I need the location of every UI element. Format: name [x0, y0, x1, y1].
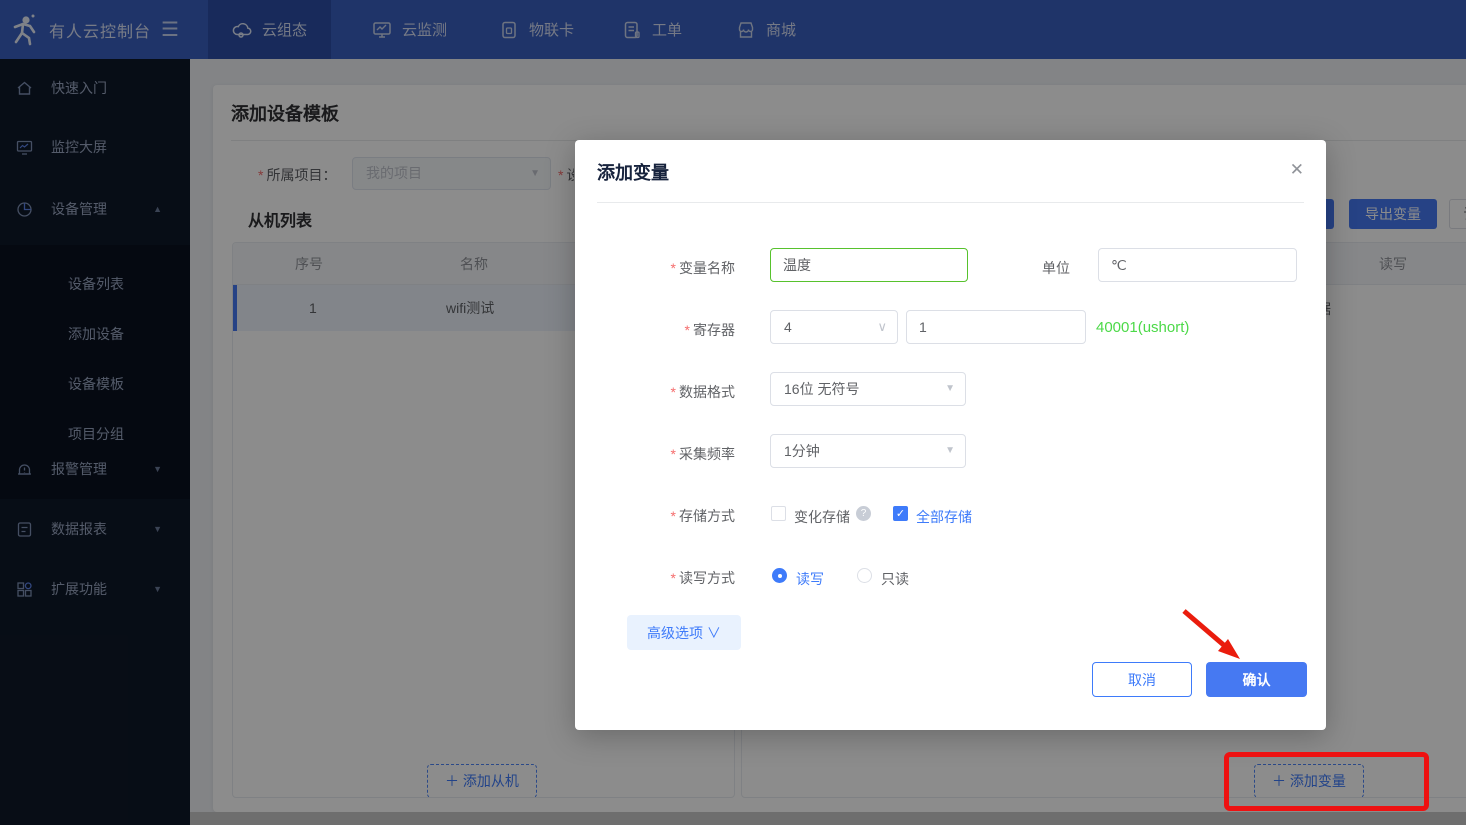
close-icon[interactable]: ✕ — [1290, 160, 1304, 180]
help-icon[interactable]: ? — [856, 506, 871, 521]
read-only-label: 只读 — [881, 569, 909, 589]
variable-name-input[interactable] — [770, 248, 968, 282]
change-storage-checkbox[interactable] — [771, 506, 786, 521]
read-write-label: 读写 — [796, 569, 824, 589]
all-storage-label: 全部存储 — [916, 507, 972, 527]
read-only-radio[interactable] — [857, 568, 872, 583]
required-asterisk: * — [671, 384, 676, 400]
storage-mode-label: *存储方式 — [625, 506, 735, 526]
register-note: 40001(ushort) — [1096, 319, 1189, 336]
unit-label: 单位 — [970, 258, 1070, 278]
unit-input[interactable] — [1098, 248, 1297, 282]
advanced-options-button[interactable]: 高级选项 ∨ — [627, 615, 741, 650]
app-root: 有人云控制台 ☰ 云组态 云监测 物联卡 — [0, 0, 1466, 825]
collect-frequency-select[interactable]: 1分钟 ▼ — [770, 434, 966, 468]
confirm-button[interactable]: 确认 — [1206, 662, 1307, 697]
change-storage-label: 变化存储 — [794, 507, 850, 527]
collect-frequency-label: *采集频率 — [625, 444, 735, 464]
read-write-radio[interactable] — [772, 568, 787, 583]
register-address-input[interactable] — [906, 310, 1086, 344]
all-storage-checkbox[interactable]: ✓ — [893, 506, 908, 521]
add-variable-modal: 添加变量 ✕ *变量名称 单位 *寄存器 4 ∨ 40001(ushort) *… — [575, 140, 1326, 730]
modal-title: 添加变量 — [597, 159, 669, 185]
required-asterisk: * — [671, 508, 676, 524]
required-asterisk: * — [671, 570, 676, 586]
data-format-label: *数据格式 — [625, 382, 735, 402]
chevron-down-icon: ▼ — [945, 435, 955, 467]
required-asterisk: * — [685, 322, 690, 338]
register-label: *寄存器 — [625, 320, 735, 340]
required-asterisk: * — [671, 446, 676, 462]
required-asterisk: * — [671, 260, 676, 276]
chevron-down-icon: ∨ — [877, 311, 887, 343]
variable-name-label: *变量名称 — [625, 258, 735, 278]
cancel-button[interactable]: 取消 — [1092, 662, 1192, 697]
data-format-select[interactable]: 16位 无符号 ▼ — [770, 372, 966, 406]
register-type-select[interactable]: 4 ∨ — [770, 310, 898, 344]
rw-mode-label: *读写方式 — [625, 568, 735, 588]
chevron-down-icon: ▼ — [945, 373, 955, 405]
modal-divider — [597, 202, 1304, 203]
